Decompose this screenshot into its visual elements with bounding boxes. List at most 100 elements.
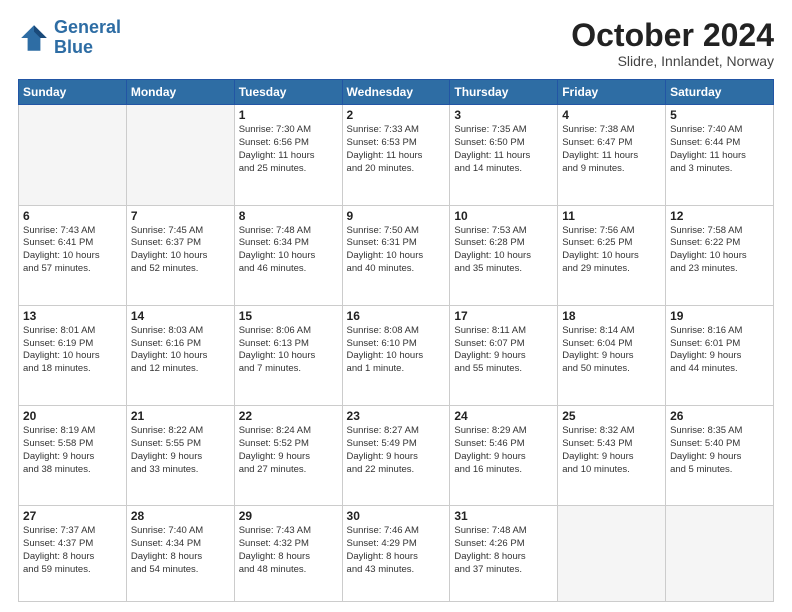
day-detail: Sunrise: 8:29 AM Sunset: 5:46 PM Dayligh…: [454, 425, 553, 476]
day-number: 18: [562, 309, 661, 323]
day-number: 5: [670, 108, 769, 122]
day-detail: Sunrise: 7:38 AM Sunset: 6:47 PM Dayligh…: [562, 124, 661, 175]
day-number: 17: [454, 309, 553, 323]
calendar-cell: 13 Sunrise: 8:01 AM Sunset: 6:19 PM Dayli…: [19, 305, 127, 405]
col-header-thursday: Thursday: [450, 80, 558, 105]
calendar-header-row: SundayMondayTuesdayWednesdayThursdayFrid…: [19, 80, 774, 105]
col-header-wednesday: Wednesday: [342, 80, 450, 105]
day-number: 29: [239, 509, 338, 523]
day-detail: Sunrise: 7:45 AM Sunset: 6:37 PM Dayligh…: [131, 225, 230, 276]
calendar-table: SundayMondayTuesdayWednesdayThursdayFrid…: [18, 79, 774, 602]
week-row-5: 27 Sunrise: 7:37 AM Sunset: 4:37 PM Dayli…: [19, 506, 774, 602]
week-row-2: 6Sunrise: 7:43 AM Sunset: 6:41 PM Daylig…: [19, 205, 774, 305]
calendar-cell: 17 Sunrise: 8:11 AM Sunset: 6:07 PM Dayli…: [450, 305, 558, 405]
calendar-cell: 26 Sunrise: 8:35 AM Sunset: 5:40 PM Dayli…: [666, 406, 774, 506]
logo-line2: Blue: [54, 37, 93, 57]
day-detail: Sunrise: 8:08 AM Sunset: 6:10 PM Dayligh…: [347, 325, 446, 376]
header: General Blue October 2024 Slidre, Innlan…: [18, 18, 774, 69]
col-header-monday: Monday: [126, 80, 234, 105]
main-title: October 2024: [571, 18, 774, 53]
day-number: 10: [454, 209, 553, 223]
day-detail: Sunrise: 7:50 AM Sunset: 6:31 PM Dayligh…: [347, 225, 446, 276]
day-number: 6: [23, 209, 122, 223]
calendar-cell: [666, 506, 774, 602]
day-detail: Sunrise: 7:46 AM Sunset: 4:29 PM Dayligh…: [347, 525, 446, 576]
day-detail: Sunrise: 7:37 AM Sunset: 4:37 PM Dayligh…: [23, 525, 122, 576]
page: General Blue October 2024 Slidre, Innlan…: [0, 0, 792, 612]
day-detail: Sunrise: 7:33 AM Sunset: 6:53 PM Dayligh…: [347, 124, 446, 175]
calendar-cell: 30 Sunrise: 7:46 AM Sunset: 4:29 PM Dayli…: [342, 506, 450, 602]
day-detail: Sunrise: 7:48 AM Sunset: 4:26 PM Dayligh…: [454, 525, 553, 576]
col-header-saturday: Saturday: [666, 80, 774, 105]
day-detail: Sunrise: 8:14 AM Sunset: 6:04 PM Dayligh…: [562, 325, 661, 376]
calendar-cell: 2 Sunrise: 7:33 AM Sunset: 6:53 PM Daylig…: [342, 105, 450, 205]
day-number: 26: [670, 409, 769, 423]
day-detail: Sunrise: 8:06 AM Sunset: 6:13 PM Dayligh…: [239, 325, 338, 376]
calendar-cell: 6Sunrise: 7:43 AM Sunset: 6:41 PM Daylig…: [19, 205, 127, 305]
calendar-cell: 14 Sunrise: 8:03 AM Sunset: 6:16 PM Dayli…: [126, 305, 234, 405]
calendar-cell: 7Sunrise: 7:45 AM Sunset: 6:37 PM Daylig…: [126, 205, 234, 305]
calendar-cell: 20Sunrise: 8:19 AM Sunset: 5:58 PM Dayli…: [19, 406, 127, 506]
day-number: 21: [131, 409, 230, 423]
day-detail: Sunrise: 7:40 AM Sunset: 6:44 PM Dayligh…: [670, 124, 769, 175]
calendar-cell: 25Sunrise: 8:32 AM Sunset: 5:43 PM Dayli…: [558, 406, 666, 506]
calendar-cell: 12 Sunrise: 7:58 AM Sunset: 6:22 PM Dayli…: [666, 205, 774, 305]
col-header-sunday: Sunday: [19, 80, 127, 105]
calendar-cell: 11 Sunrise: 7:56 AM Sunset: 6:25 PM Dayli…: [558, 205, 666, 305]
calendar-cell: 21 Sunrise: 8:22 AM Sunset: 5:55 PM Dayli…: [126, 406, 234, 506]
day-number: 2: [347, 108, 446, 122]
calendar-cell: [126, 105, 234, 205]
day-number: 16: [347, 309, 446, 323]
day-detail: Sunrise: 7:56 AM Sunset: 6:25 PM Dayligh…: [562, 225, 661, 276]
calendar-cell: [19, 105, 127, 205]
col-header-friday: Friday: [558, 80, 666, 105]
calendar-cell: 27 Sunrise: 7:37 AM Sunset: 4:37 PM Dayli…: [19, 506, 127, 602]
calendar-cell: 4Sunrise: 7:38 AM Sunset: 6:47 PM Daylig…: [558, 105, 666, 205]
day-detail: Sunrise: 8:16 AM Sunset: 6:01 PM Dayligh…: [670, 325, 769, 376]
calendar-cell: 18 Sunrise: 8:14 AM Sunset: 6:04 PM Dayli…: [558, 305, 666, 405]
day-number: 23: [347, 409, 446, 423]
week-row-4: 20Sunrise: 8:19 AM Sunset: 5:58 PM Dayli…: [19, 406, 774, 506]
day-detail: Sunrise: 8:22 AM Sunset: 5:55 PM Dayligh…: [131, 425, 230, 476]
day-number: 30: [347, 509, 446, 523]
day-detail: Sunrise: 8:01 AM Sunset: 6:19 PM Dayligh…: [23, 325, 122, 376]
day-number: 12: [670, 209, 769, 223]
subtitle: Slidre, Innlandet, Norway: [571, 53, 774, 69]
title-area: October 2024 Slidre, Innlandet, Norway: [571, 18, 774, 69]
calendar-cell: 10Sunrise: 7:53 AM Sunset: 6:28 PM Dayli…: [450, 205, 558, 305]
calendar-cell: 29 Sunrise: 7:43 AM Sunset: 4:32 PM Dayli…: [234, 506, 342, 602]
day-number: 31: [454, 509, 553, 523]
week-row-3: 13 Sunrise: 8:01 AM Sunset: 6:19 PM Dayli…: [19, 305, 774, 405]
day-number: 24: [454, 409, 553, 423]
logo-line1: General: [54, 17, 121, 37]
calendar-cell: 1Sunrise: 7:30 AM Sunset: 6:56 PM Daylig…: [234, 105, 342, 205]
logo-text: General Blue: [54, 18, 121, 58]
day-detail: Sunrise: 8:03 AM Sunset: 6:16 PM Dayligh…: [131, 325, 230, 376]
day-number: 27: [23, 509, 122, 523]
calendar-cell: 8 Sunrise: 7:48 AM Sunset: 6:34 PM Daylig…: [234, 205, 342, 305]
calendar-cell: 16 Sunrise: 8:08 AM Sunset: 6:10 PM Dayli…: [342, 305, 450, 405]
day-detail: Sunrise: 7:48 AM Sunset: 6:34 PM Dayligh…: [239, 225, 338, 276]
calendar-cell: [558, 506, 666, 602]
col-header-tuesday: Tuesday: [234, 80, 342, 105]
calendar-cell: 19Sunrise: 8:16 AM Sunset: 6:01 PM Dayli…: [666, 305, 774, 405]
day-detail: Sunrise: 8:35 AM Sunset: 5:40 PM Dayligh…: [670, 425, 769, 476]
day-number: 11: [562, 209, 661, 223]
calendar-cell: 3Sunrise: 7:35 AM Sunset: 6:50 PM Daylig…: [450, 105, 558, 205]
day-number: 1: [239, 108, 338, 122]
logo: General Blue: [18, 18, 121, 58]
day-number: 14: [131, 309, 230, 323]
day-number: 22: [239, 409, 338, 423]
calendar-cell: 22Sunrise: 8:24 AM Sunset: 5:52 PM Dayli…: [234, 406, 342, 506]
day-number: 9: [347, 209, 446, 223]
day-detail: Sunrise: 8:11 AM Sunset: 6:07 PM Dayligh…: [454, 325, 553, 376]
day-detail: Sunrise: 8:27 AM Sunset: 5:49 PM Dayligh…: [347, 425, 446, 476]
day-detail: Sunrise: 7:43 AM Sunset: 4:32 PM Dayligh…: [239, 525, 338, 576]
day-number: 15: [239, 309, 338, 323]
day-number: 8: [239, 209, 338, 223]
calendar-cell: 9 Sunrise: 7:50 AM Sunset: 6:31 PM Daylig…: [342, 205, 450, 305]
day-number: 13: [23, 309, 122, 323]
calendar-cell: 24 Sunrise: 8:29 AM Sunset: 5:46 PM Dayli…: [450, 406, 558, 506]
day-detail: Sunrise: 7:58 AM Sunset: 6:22 PM Dayligh…: [670, 225, 769, 276]
calendar-cell: 15 Sunrise: 8:06 AM Sunset: 6:13 PM Dayli…: [234, 305, 342, 405]
